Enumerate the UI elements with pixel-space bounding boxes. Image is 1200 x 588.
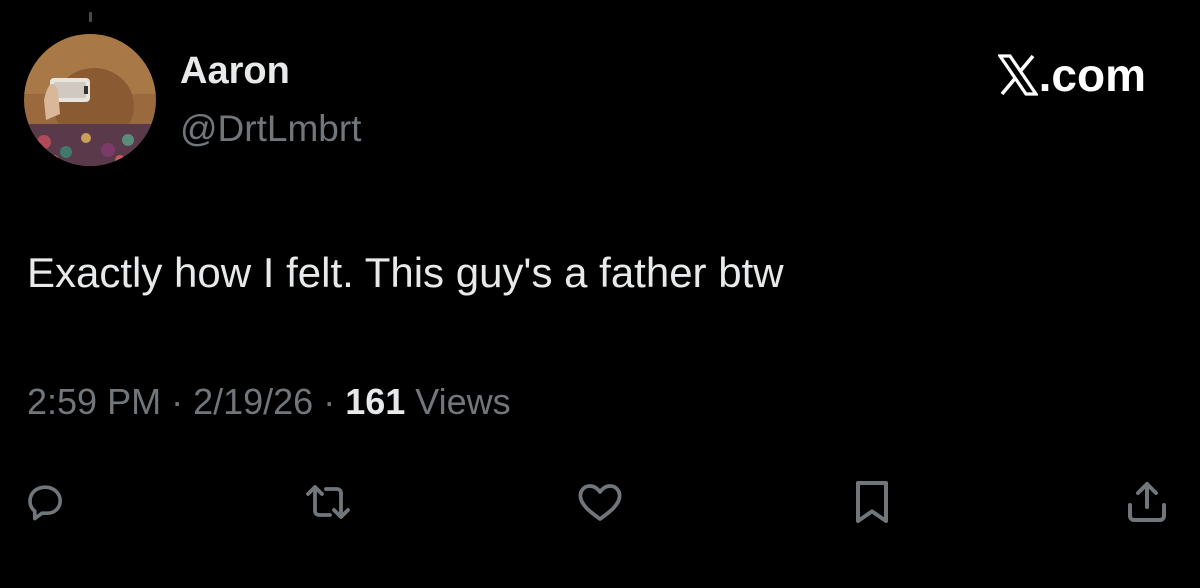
brand-label: .com	[1038, 49, 1146, 101]
share-button[interactable]	[1119, 474, 1175, 530]
views-count: 161	[345, 381, 406, 422]
profile-photo	[24, 34, 156, 166]
tweet-meta: 2:59 PM · 2/19/26 · 161 Views	[27, 384, 511, 420]
tweet-text: Exactly how I felt. This guy's a father …	[27, 249, 784, 296]
views-label: Views	[415, 381, 511, 422]
bookmark-button[interactable]	[844, 474, 900, 530]
screen-artifact	[89, 12, 92, 22]
comment-icon	[28, 485, 62, 521]
repost-icon	[306, 485, 350, 519]
repost-button[interactable]	[300, 474, 356, 530]
tweet-time[interactable]: 2:59 PM	[27, 381, 161, 422]
tweet-date[interactable]: 2/19/26	[193, 381, 313, 422]
like-button[interactable]	[572, 474, 628, 530]
reply-button[interactable]	[17, 474, 73, 530]
share-icon	[1128, 482, 1166, 522]
heart-icon	[578, 484, 622, 521]
display-name[interactable]: Aaron	[180, 52, 290, 90]
user-handle[interactable]: @DrtLmbrt	[180, 110, 361, 147]
meta-separator: ·	[323, 381, 336, 422]
bookmark-icon	[856, 481, 888, 523]
avatar[interactable]	[24, 34, 156, 166]
x-logo-icon	[997, 54, 1038, 96]
x-brand: .com	[997, 49, 1146, 101]
action-bar	[0, 474, 1200, 530]
meta-separator: ·	[171, 381, 184, 422]
